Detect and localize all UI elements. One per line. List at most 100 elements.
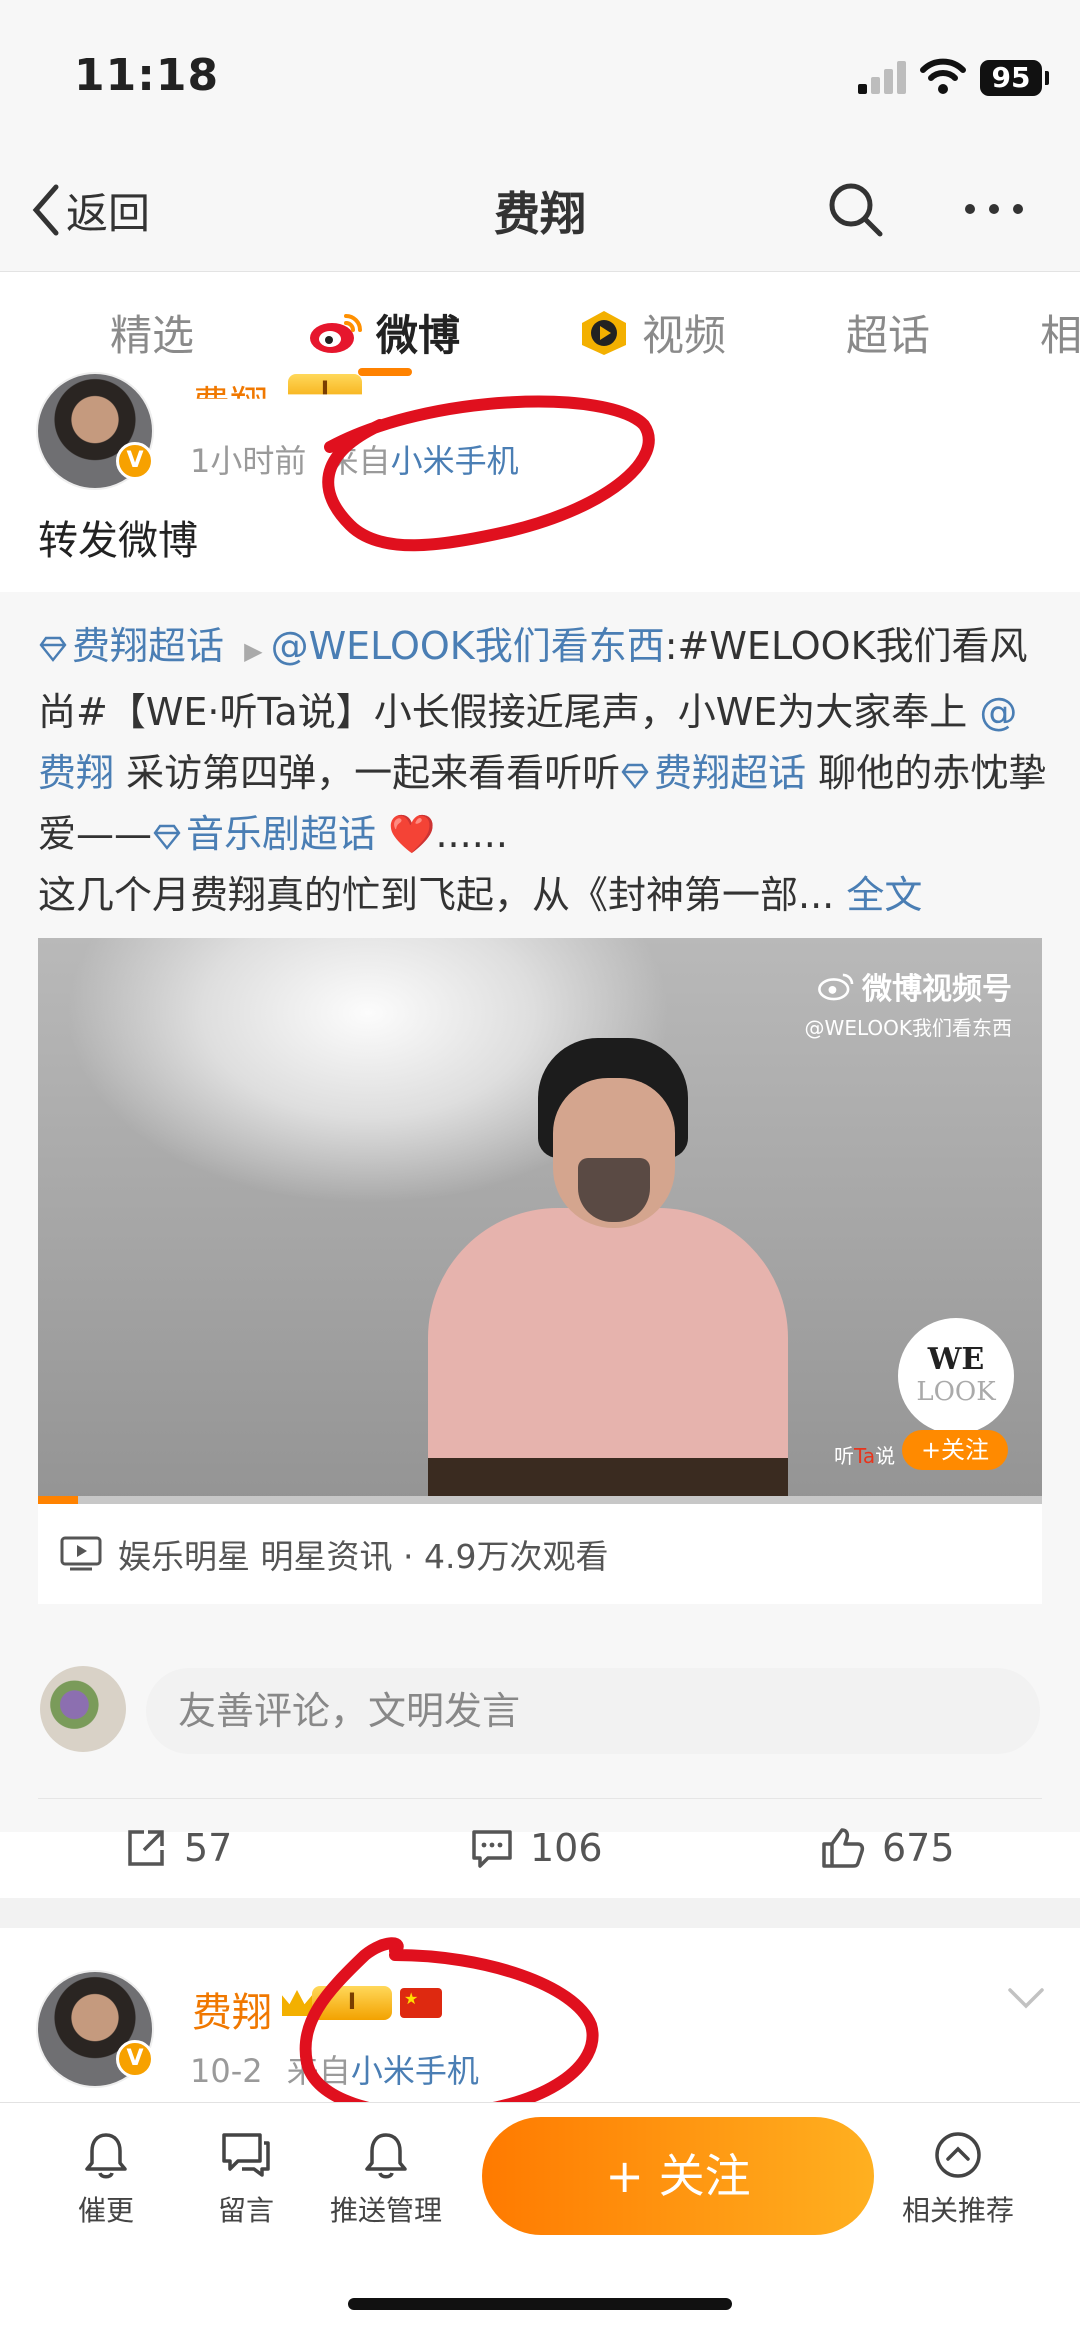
- caption-text: 说: [875, 1444, 896, 1468]
- tab-featured[interactable]: 精选: [110, 302, 194, 363]
- tab-weibo[interactable]: 微博: [308, 302, 460, 363]
- ellipsis: ......: [435, 812, 508, 856]
- post-text: 转发微博: [38, 518, 198, 564]
- divider: [38, 1798, 1042, 1799]
- post-source[interactable]: 小米手机: [391, 442, 519, 480]
- weibo-logo-icon: [310, 313, 362, 353]
- profile-tabs: 精选 微博 视频 超话 相: [0, 272, 1080, 388]
- cellular-signal-icon: [858, 60, 908, 94]
- comment-row: 友善评论，文明发言: [0, 1650, 1080, 1770]
- home-indicator[interactable]: [348, 2298, 732, 2310]
- watermark-handle: @WELOOK我们看东西: [804, 1016, 1012, 1040]
- tab-label: 相: [1040, 311, 1080, 360]
- video-subject-beard: [578, 1158, 650, 1222]
- reposted-content[interactable]: 费翔超话 ▶ @WELOOK我们看东西:#WELOOK我们看风尚#【WE·听Ta说…: [0, 592, 1080, 1832]
- bell-settings-icon: [365, 2133, 407, 2179]
- status-bar: 11:18 95: [0, 0, 1080, 150]
- source-prefix: 来自: [286, 2052, 351, 2090]
- comment-button[interactable]: 106: [470, 1826, 603, 1870]
- comment-count: 106: [530, 1826, 603, 1870]
- crown-icon: [282, 1990, 312, 2016]
- like-count: 675: [882, 1826, 955, 1870]
- repost-text-segment: 采访第四弹，一起来看看听听: [126, 751, 621, 795]
- more-icon[interactable]: [962, 200, 1026, 218]
- post-card: V 费翔 I 1小时前 来自小米手机 转发微博 费翔超话 ▶ @WELOOK我们看…: [0, 372, 1080, 1898]
- message-icon: [222, 2133, 270, 2177]
- china-flag-icon: ★: [400, 1988, 442, 2018]
- active-tab-indicator: [358, 368, 412, 376]
- supertopic-icon: [621, 763, 649, 789]
- video-caption: 听Ta说: [834, 1440, 895, 1469]
- video-channel-icon: [582, 310, 626, 355]
- tab-related[interactable]: 相: [1040, 302, 1080, 363]
- watermark-text: 微博视频号: [862, 972, 1012, 1007]
- repost-text: 费翔超话 ▶ @WELOOK我们看东西:#WELOOK我们看风尚#【WE·听Ta说…: [38, 616, 1048, 926]
- user-avatar: [40, 1666, 126, 1752]
- video-watermark: 微博视频号 @WELOOK我们看东西: [805, 964, 1012, 1041]
- welook-logo: WE LOOK: [898, 1318, 1014, 1434]
- video-progress-bar[interactable]: [38, 1496, 1042, 1504]
- nav-bar: 返回 费翔: [0, 150, 1080, 272]
- bell-icon: [85, 2133, 127, 2179]
- status-time: 11:18: [74, 50, 220, 101]
- thumbs-up-icon: [822, 1828, 865, 1868]
- post-meta: 10-2 来自小米手机: [190, 2046, 479, 2092]
- tab-label: 精选: [110, 311, 195, 360]
- supertopic-icon: [153, 824, 181, 850]
- video-follow-button[interactable]: +关注: [902, 1430, 1008, 1470]
- logo-text: LOOK: [916, 1377, 996, 1407]
- page-title: 费翔: [494, 187, 586, 241]
- post-meta: 1小时前 来自小米手机: [190, 436, 519, 482]
- tab-supertopic[interactable]: 超话: [846, 302, 930, 363]
- level-badge: I: [288, 374, 362, 395]
- chevron-up-circle-icon: [935, 2132, 981, 2178]
- comment-input[interactable]: 友善评论，文明发言: [146, 1668, 1040, 1754]
- repost-icon: [128, 1830, 164, 1866]
- related-label: 相关推荐: [901, 2194, 1014, 2227]
- post-source[interactable]: 小米手机: [351, 2052, 479, 2090]
- wifi-icon: [920, 58, 966, 94]
- post-author[interactable]: 费翔: [192, 374, 268, 399]
- verified-badge: V: [116, 2040, 154, 2078]
- related-recommend-button[interactable]: 相关推荐: [888, 2129, 1028, 2229]
- verified-badge: V: [116, 442, 154, 480]
- message-label: 留言: [217, 2194, 274, 2227]
- tab-label: 微博: [376, 311, 461, 360]
- tab-label: 超话: [846, 311, 931, 360]
- level-badge: I: [312, 1986, 392, 2020]
- post-time: 1小时前: [190, 442, 307, 480]
- post-actions: 57 106 675: [0, 1802, 1080, 1898]
- mention-link[interactable]: @WELOOK我们看东西: [271, 624, 665, 668]
- post-time: 10-2: [190, 2052, 263, 2090]
- tab-label: 视频: [642, 311, 727, 360]
- follow-button[interactable]: + 关注: [482, 2117, 874, 2235]
- supertopic-link[interactable]: 费翔超话: [72, 624, 224, 668]
- supertopic-icon: [39, 636, 67, 662]
- remind-label: 催更: [77, 2194, 134, 2227]
- logo-text: WE: [927, 1342, 985, 1377]
- like-button[interactable]: 675: [820, 1826, 955, 1870]
- video-info-text: 娱乐明星 明星资讯 · 4.9万次观看: [118, 1537, 609, 1576]
- video-icon: [60, 1536, 102, 1571]
- message-button[interactable]: 留言: [176, 2129, 316, 2229]
- video-info[interactable]: 娱乐明星 明星资讯 · 4.9万次观看: [38, 1504, 1042, 1604]
- video-player[interactable]: 微博视频号 @WELOOK我们看东西 WE LOOK 听Ta说 +关注: [38, 938, 1042, 1504]
- repost-text-segment: 这几个月费翔真的忙到飞起，从《封神第一部...: [38, 873, 835, 917]
- repost-button[interactable]: 57: [124, 1826, 232, 1870]
- push-settings-button[interactable]: 推送管理: [316, 2129, 456, 2229]
- caption-text: Ta: [854, 1444, 876, 1468]
- weibo-logo-icon: [818, 973, 854, 1001]
- push-label: 推送管理: [329, 2194, 442, 2227]
- supertopic-link[interactable]: 费翔超话: [654, 751, 806, 795]
- remind-button[interactable]: 催更: [36, 2129, 176, 2229]
- tab-video[interactable]: 视频: [578, 302, 726, 363]
- post-author[interactable]: 费翔: [192, 1980, 272, 2038]
- heart-emoji: ❤️: [388, 812, 436, 856]
- full-text-link[interactable]: 全文: [846, 873, 922, 917]
- search-icon[interactable]: [826, 180, 886, 240]
- progress-fill: [38, 1496, 79, 1504]
- caption-text: 听: [834, 1444, 854, 1468]
- source-prefix: 来自: [326, 442, 391, 480]
- chevron-down-icon[interactable]: [1006, 1986, 1046, 2010]
- supertopic-link[interactable]: 音乐剧超话: [186, 812, 376, 856]
